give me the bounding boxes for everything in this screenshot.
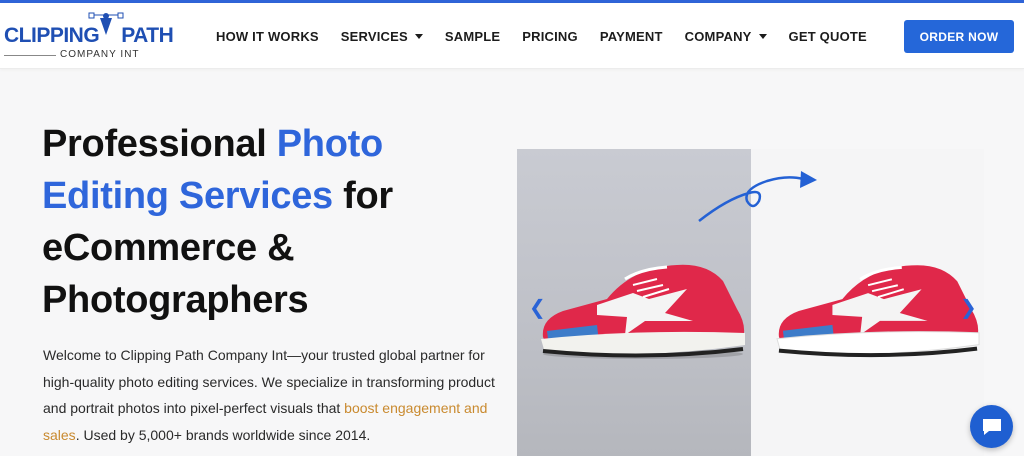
curved-arrow-icon [698, 171, 817, 222]
logo-divider [4, 55, 56, 56]
hero-intro: Welcome to Clipping Path Company Int—you… [43, 347, 495, 443]
chevron-down-icon [414, 33, 423, 39]
chat-bubble-icon [982, 418, 1001, 435]
main-nav: HOW IT WORKS SERVICES SAMPLE PRICING PAY… [216, 3, 889, 69]
live-chat-button[interactable] [970, 405, 1013, 448]
slider-next-arrow[interactable]: ❯ [960, 295, 977, 320]
before-after-showcase: ❮ ❯ [517, 149, 984, 456]
sneaker-after-image [776, 265, 980, 358]
brand-name: CLIPPING PATH [4, 24, 174, 47]
nav-sample[interactable]: SAMPLE [445, 29, 500, 44]
order-now-button[interactable]: ORDER NOW [904, 20, 1014, 53]
brand-logo[interactable]: CLIPPING PATH COMPANY INT [4, 9, 174, 65]
sneaker-before-image [541, 264, 745, 359]
brand-tagline: COMPANY INT [60, 49, 140, 60]
nav-company[interactable]: COMPANY [685, 29, 767, 44]
nav-services[interactable]: SERVICES [341, 29, 423, 44]
site-header: CLIPPING PATH COMPANY INT HOW IT WORKS SE… [0, 3, 1024, 69]
nav-payment[interactable]: PAYMENT [600, 29, 663, 44]
hero-title: Professional Photo Editing Services for … [42, 123, 393, 321]
slider-prev-arrow[interactable]: ❮ [529, 295, 546, 320]
nav-pricing[interactable]: PRICING [522, 29, 578, 44]
nav-how-it-works[interactable]: HOW IT WORKS [216, 29, 319, 44]
nav-get-quote[interactable]: GET QUOTE [789, 29, 867, 44]
chevron-down-icon [758, 33, 767, 39]
